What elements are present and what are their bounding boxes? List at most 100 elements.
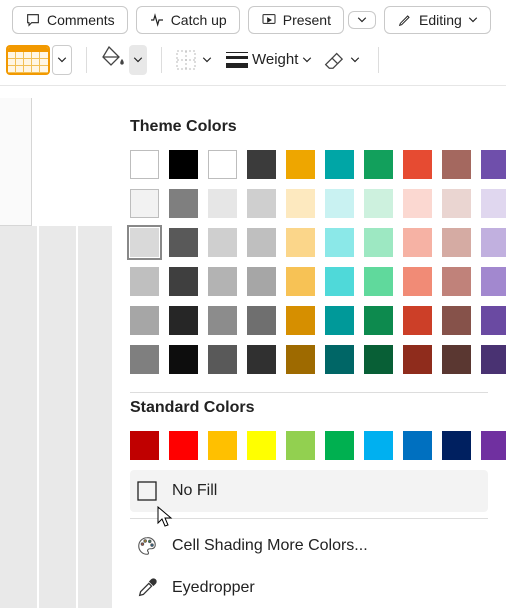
color-swatch[interactable] [130, 189, 159, 218]
color-swatch[interactable] [130, 306, 159, 335]
fill-bucket-button[interactable] [101, 44, 127, 75]
color-swatch[interactable] [208, 345, 237, 374]
color-swatch[interactable] [442, 228, 471, 257]
color-swatch[interactable] [130, 267, 159, 296]
color-swatch[interactable] [169, 306, 198, 335]
color-swatch[interactable] [247, 306, 276, 335]
color-swatch[interactable] [286, 306, 315, 335]
color-swatch[interactable] [325, 345, 354, 374]
fill-color-panel: Theme Colors Standard Colors No Fill Cel… [112, 98, 506, 608]
color-swatch[interactable] [403, 150, 432, 179]
color-swatch[interactable] [403, 345, 432, 374]
eyedropper-item[interactable]: Eyedropper [130, 567, 488, 609]
chevron-down-icon [202, 57, 212, 63]
weight-group[interactable]: Weight [226, 51, 312, 68]
color-swatch[interactable] [208, 228, 237, 257]
color-swatch[interactable] [169, 267, 198, 296]
editing-mode-button[interactable]: Editing [384, 6, 491, 34]
color-swatch[interactable] [481, 267, 506, 296]
color-swatch[interactable] [169, 431, 198, 460]
color-swatch[interactable] [169, 150, 198, 179]
color-swatch[interactable] [403, 306, 432, 335]
editing-label: Editing [419, 12, 462, 28]
color-swatch[interactable] [247, 150, 276, 179]
color-swatch[interactable] [364, 267, 393, 296]
more-colors-item[interactable]: Cell Shading More Colors... [130, 525, 488, 567]
color-swatch[interactable] [130, 228, 159, 257]
color-swatch[interactable] [403, 431, 432, 460]
color-swatch[interactable] [325, 228, 354, 257]
color-swatch[interactable] [286, 431, 315, 460]
color-swatch[interactable] [364, 306, 393, 335]
color-swatch[interactable] [442, 150, 471, 179]
table-style-group [6, 45, 72, 75]
color-swatch[interactable] [286, 345, 315, 374]
table-style-thumbnail[interactable] [6, 45, 50, 75]
document-edge [0, 98, 32, 226]
color-swatch[interactable] [208, 267, 237, 296]
color-swatch[interactable] [442, 306, 471, 335]
color-swatch[interactable] [442, 431, 471, 460]
color-swatch[interactable] [247, 431, 276, 460]
color-swatch[interactable] [325, 150, 354, 179]
present-button[interactable]: Present [248, 6, 344, 34]
color-swatch[interactable] [208, 431, 237, 460]
color-swatch[interactable] [130, 150, 159, 179]
color-swatch[interactable] [481, 150, 506, 179]
chevron-down-icon [57, 57, 67, 63]
color-swatch[interactable] [481, 189, 506, 218]
border-dropdown[interactable] [198, 45, 216, 75]
fill-color-dropdown[interactable] [129, 45, 147, 75]
color-swatch[interactable] [403, 267, 432, 296]
color-swatch[interactable] [442, 267, 471, 296]
pencil-icon [397, 12, 413, 28]
color-swatch[interactable] [325, 431, 354, 460]
color-swatch[interactable] [247, 228, 276, 257]
eraser-dropdown[interactable] [346, 45, 364, 75]
color-swatch[interactable] [130, 345, 159, 374]
color-swatch[interactable] [208, 150, 237, 179]
color-swatch[interactable] [247, 189, 276, 218]
color-swatch[interactable] [481, 228, 506, 257]
no-fill-item[interactable]: No Fill [130, 470, 488, 512]
color-swatch[interactable] [169, 345, 198, 374]
color-swatch[interactable] [481, 306, 506, 335]
color-swatch[interactable] [364, 189, 393, 218]
toolbar-divider [86, 47, 87, 73]
color-swatch[interactable] [442, 189, 471, 218]
color-swatch[interactable] [481, 345, 506, 374]
color-swatch[interactable] [286, 228, 315, 257]
panel-divider [130, 518, 488, 519]
standard-colors-title: Standard Colors [130, 399, 488, 417]
color-swatch[interactable] [208, 306, 237, 335]
color-swatch[interactable] [286, 267, 315, 296]
comment-icon [25, 12, 41, 28]
color-swatch[interactable] [130, 431, 159, 460]
color-swatch[interactable] [481, 431, 506, 460]
color-swatch[interactable] [403, 189, 432, 218]
color-swatch[interactable] [364, 345, 393, 374]
color-swatch[interactable] [325, 267, 354, 296]
color-swatch[interactable] [403, 228, 432, 257]
color-swatch[interactable] [169, 189, 198, 218]
no-fill-label: No Fill [172, 482, 217, 500]
color-swatch[interactable] [325, 306, 354, 335]
color-swatch[interactable] [286, 150, 315, 179]
color-swatch[interactable] [442, 345, 471, 374]
table-tools-row: Weight [0, 40, 506, 86]
color-swatch[interactable] [208, 189, 237, 218]
color-swatch[interactable] [286, 189, 315, 218]
color-swatch[interactable] [325, 189, 354, 218]
color-swatch[interactable] [169, 228, 198, 257]
color-swatch[interactable] [364, 431, 393, 460]
color-swatch[interactable] [364, 228, 393, 257]
table-style-dropdown[interactable] [52, 45, 72, 75]
color-swatch[interactable] [364, 150, 393, 179]
present-dropdown[interactable] [348, 11, 376, 29]
color-swatch[interactable] [247, 345, 276, 374]
comments-label: Comments [47, 12, 115, 28]
catchup-button[interactable]: Catch up [136, 6, 240, 34]
comments-button[interactable]: Comments [12, 6, 128, 34]
color-swatch[interactable] [247, 267, 276, 296]
border-icon [176, 50, 196, 70]
